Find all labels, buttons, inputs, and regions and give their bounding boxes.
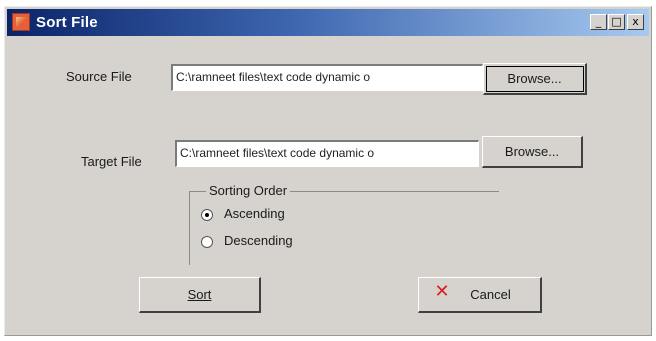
- sort-file-dialog: Sort File _ □ x Source File C:\ramneet f…: [4, 6, 652, 336]
- target-browse-button[interactable]: Browse...: [482, 136, 583, 168]
- cancel-button-label: Cancel: [470, 287, 511, 302]
- cancel-x-icon: ✕: [434, 281, 450, 302]
- ascending-radio[interactable]: [201, 209, 213, 221]
- sorting-order-label: Sorting Order: [206, 183, 291, 198]
- minimize-button[interactable]: _: [590, 14, 607, 30]
- source-file-input[interactable]: C:\ramneet files\text code dynamic o: [171, 64, 483, 91]
- title-bar[interactable]: Sort File _ □ x: [7, 9, 649, 36]
- target-file-input[interactable]: C:\ramneet files\text code dynamic o: [175, 140, 479, 167]
- source-browse-button[interactable]: Browse...: [483, 63, 587, 95]
- source-file-label: Source File: [66, 69, 132, 84]
- sorting-order-group: [189, 191, 499, 265]
- window-title: Sort File: [36, 14, 98, 31]
- cancel-button[interactable]: ✕ Cancel: [418, 277, 542, 313]
- maximize-button[interactable]: □: [608, 14, 625, 30]
- target-file-label: Target File: [81, 154, 142, 169]
- sort-button[interactable]: Sort: [139, 277, 261, 313]
- sort-button-label: Sort: [187, 287, 212, 302]
- app-icon: [12, 13, 30, 31]
- close-button[interactable]: x: [627, 14, 644, 30]
- ascending-label: Ascending: [224, 206, 285, 221]
- descending-radio[interactable]: [201, 236, 213, 248]
- descending-label: Descending: [224, 233, 293, 248]
